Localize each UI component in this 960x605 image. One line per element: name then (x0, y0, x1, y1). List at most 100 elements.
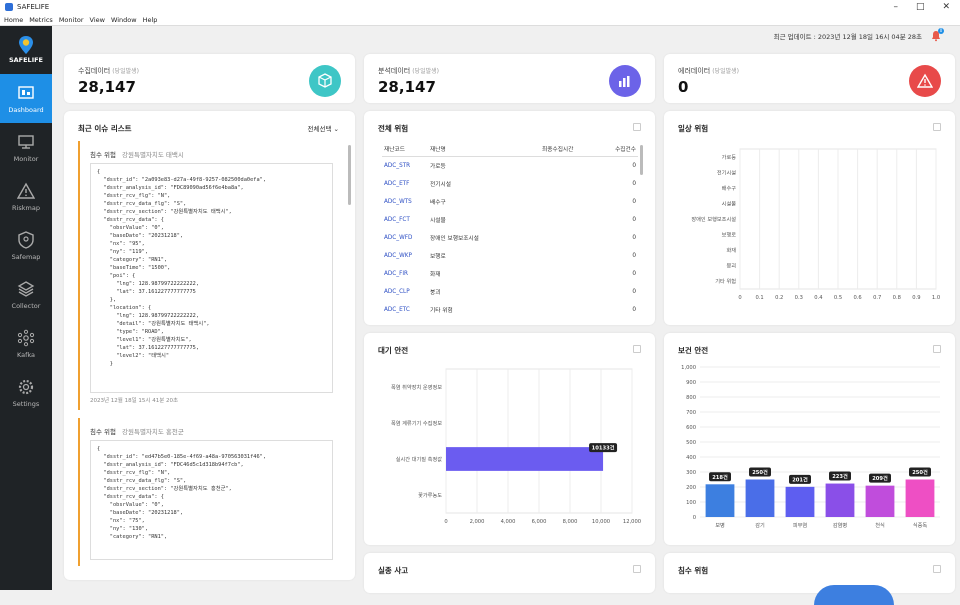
menu-help[interactable]: Help (143, 16, 158, 24)
x-tick-label: 0.4 (814, 295, 823, 301)
sidebar-item-monitor[interactable]: Monitor (0, 123, 52, 172)
warning-icon (909, 65, 941, 97)
menu-monitor[interactable]: Monitor (59, 16, 84, 24)
sidebar-item-riskmap[interactable]: Riskmap (0, 172, 52, 221)
minimize-icon[interactable]: – (893, 2, 898, 12)
issue-filter-select[interactable]: 전체선택 ⌄ (308, 123, 339, 133)
x-tick-label: 피부염 (793, 521, 808, 529)
y-tick-label: 200 (686, 485, 696, 491)
brand-name: SAFELIFE (8, 56, 44, 64)
menu-window[interactable]: Window (111, 16, 137, 24)
table-cell-code[interactable]: ADC_FCT (382, 211, 428, 229)
sidebar-item-collector[interactable]: Collector (0, 270, 52, 319)
table-row[interactable]: ADC_WFD 장애인 보행보조시설 0 (382, 229, 638, 247)
table-row[interactable]: ADC_STR 가로등 0 (382, 157, 638, 175)
y-tick-label: 가로등 (722, 153, 737, 161)
x-tick-label: 0.7 (873, 295, 881, 301)
y-tick-label: 1,000 (681, 365, 696, 371)
issue-type: 침수 위험 (90, 151, 116, 159)
table-row[interactable]: ADC_FCT 시설물 0 (382, 211, 638, 229)
sidebar-item-label: Kafka (16, 350, 36, 359)
y-tick-label: 폭염 계류기기 수집정보 (391, 419, 442, 427)
menu-home[interactable]: Home (4, 16, 23, 24)
menu-view[interactable]: View (90, 16, 105, 24)
shield-icon (18, 230, 34, 249)
table-cell-code[interactable]: ADC_CLP (382, 283, 428, 301)
close-icon[interactable]: ✕ (942, 2, 950, 12)
menu-metrics[interactable]: Metrics (29, 16, 53, 24)
recent-issue-panel: 최근 이슈 리스트 전체선택 ⌄ 침수 위험 강원특별자치도 태백시 { "dss… (64, 111, 355, 580)
table-cell-time (540, 157, 600, 175)
sidebar-item-settings[interactable]: Settings (0, 368, 52, 417)
table-cell-name: 시설물 (430, 218, 446, 224)
list-item[interactable]: 침수 위험 강원특별자치도 태백시 { "dsstr_id": "2a093e83… (78, 141, 343, 410)
air-safety-chart: 0 2,000 4,000 6,000 8,000 10,000 12,000 폭염 취약장치… (391, 368, 641, 525)
table-header-row: 재난코드 재난명 최종수집시간 수집건수 (382, 141, 638, 157)
bar (905, 479, 935, 517)
issue-location: 강원특별자치도 태백시 (122, 151, 184, 159)
maximize-icon[interactable]: □ (916, 2, 925, 12)
table-cell-code[interactable]: ADC_STR (382, 157, 428, 175)
table-cell-time (540, 175, 600, 193)
data-label: 223건 (832, 472, 848, 480)
sidebar-item-label: Riskmap (12, 203, 40, 212)
bar-chart-icon (609, 65, 641, 97)
stat-card-error: 에러데이터 (당일발생) 0 (664, 54, 955, 103)
table-row[interactable]: ADC_CLP 붕괴 0 (382, 283, 638, 301)
table-cell-code[interactable]: ADC_WFD (382, 229, 428, 247)
table-cell-code[interactable]: ADC_WKP (382, 247, 428, 265)
notification-bell[interactable]: 0 (930, 28, 944, 42)
table-row[interactable]: ADC_FIR 화재 0 (382, 265, 638, 283)
expand-icon[interactable] (933, 345, 941, 353)
expand-icon[interactable] (633, 565, 641, 573)
issue-list[interactable]: 침수 위험 강원특별자치도 태백시 { "dsstr_id": "2a093e83… (78, 141, 343, 572)
expand-icon[interactable] (933, 565, 941, 573)
sidebar-item-label: Collector (11, 301, 41, 310)
table-cell-code[interactable]: ADC_WTS (382, 193, 428, 211)
table-row[interactable]: ADC_ETF 전기시설 0 (382, 175, 638, 193)
scrollbar[interactable] (640, 145, 643, 175)
table-cell-time (540, 247, 600, 265)
y-tick-label: 100 (686, 500, 696, 506)
panel-title: 일상 위험 (678, 124, 709, 133)
table-cell-code[interactable]: ADC_FIR (382, 265, 428, 283)
x-tick-label: 1.0 (932, 295, 940, 301)
x-tick-label: 2,000 (470, 519, 485, 525)
sidebar-item-kafka[interactable]: Kafka (0, 319, 52, 368)
table-row[interactable]: ADC_WKP 보행로 0 (382, 247, 638, 265)
table-cell-code[interactable]: ADC_ETF (382, 175, 428, 193)
table-cell-count: 0 (632, 306, 636, 313)
expand-icon[interactable] (933, 123, 941, 131)
expand-icon[interactable] (633, 345, 641, 353)
x-tick-label: 0.8 (893, 295, 901, 301)
x-tick-label: 천식 (875, 521, 885, 529)
app-logo-icon (5, 3, 13, 11)
x-tick-label: 0.6 (853, 295, 861, 301)
air-safety-panel: 대기 안전 0 2,000 4,000 6,000 8,000 10,000 12,000 폭… (364, 333, 655, 545)
x-tick-label: 10,000 (592, 519, 610, 525)
table-row[interactable]: ADC_WTS 배수구 0 (382, 193, 638, 211)
table-cell-code[interactable]: ADC_ETC (382, 301, 428, 319)
stat-value: 28,147 (378, 78, 436, 96)
table-cell-time (540, 211, 600, 229)
dashboard-icon (18, 85, 34, 99)
table-row[interactable]: ADC_ETC 기타 위험 0 (382, 301, 638, 319)
sidebar-item-dashboard[interactable]: Dashboard (0, 74, 52, 123)
table-cell-count: 0 (632, 216, 636, 223)
y-tick-label: 500 (686, 440, 696, 446)
x-tick-label: 0 (738, 295, 741, 301)
table-cell-time (540, 193, 600, 211)
data-label: 10133건 (592, 444, 615, 452)
sidebar-item-label: Safemap (11, 252, 41, 261)
y-tick-label: 배수구 (722, 184, 737, 192)
list-item[interactable]: 침수 위험 강원특별자치도 홍천군 { "dsstr_id": "ed47b5e0… (78, 418, 343, 566)
panel-title: 전체 위험 (378, 124, 409, 133)
sidebar-item-safemap[interactable]: Safemap (0, 221, 52, 270)
scrollbar[interactable] (348, 145, 351, 205)
data-label: 209건 (872, 474, 888, 482)
y-tick-label: 전기시설 (717, 168, 736, 176)
expand-icon[interactable] (633, 123, 641, 131)
x-tick-label: 보병 (715, 521, 725, 529)
panel-title: 대기 안전 (378, 346, 409, 355)
issue-location: 강원특별자치도 홍천군 (122, 428, 184, 436)
